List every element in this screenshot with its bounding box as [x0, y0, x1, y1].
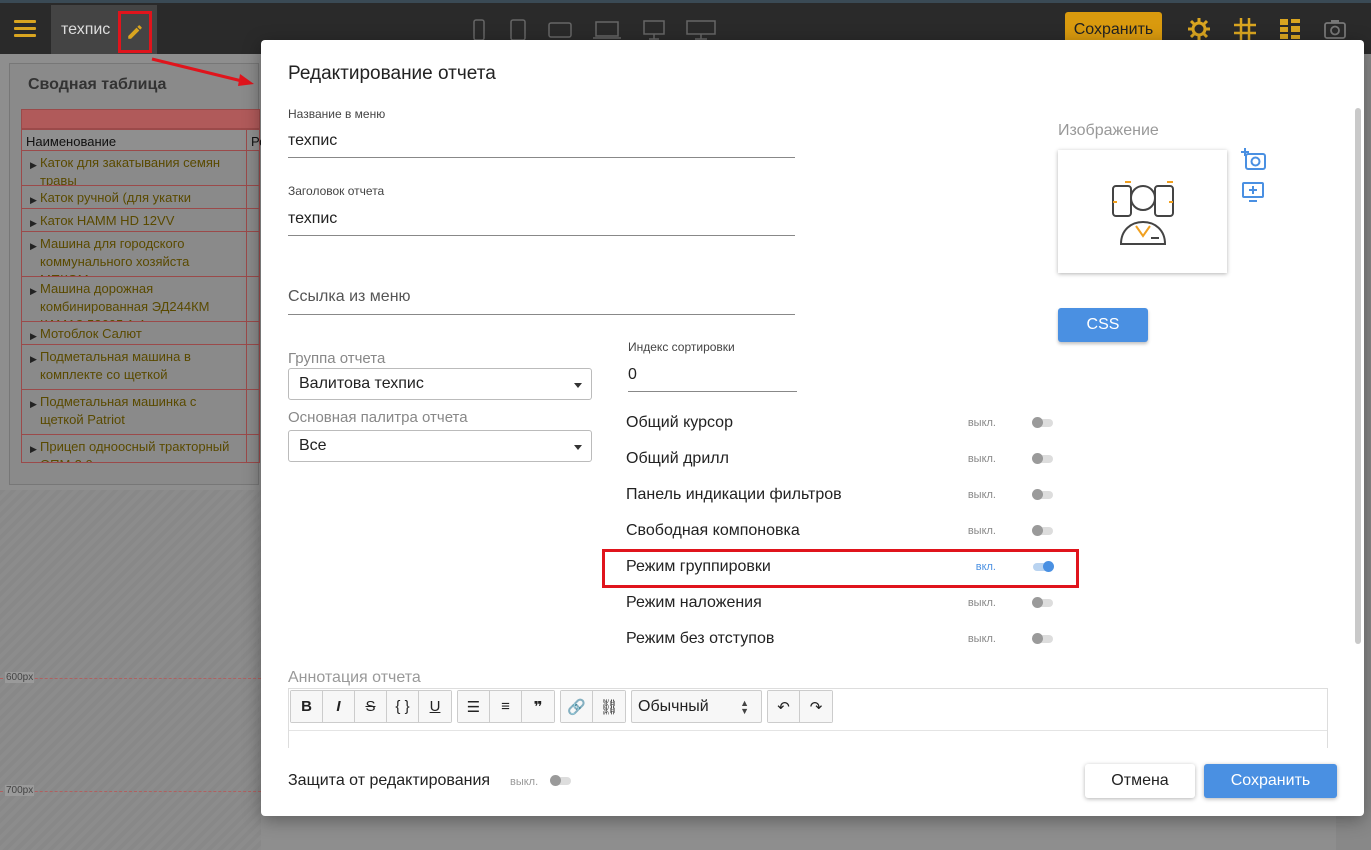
top-tools: [1187, 17, 1347, 41]
expand-icon[interactable]: ▶: [30, 191, 37, 208]
bullet-list-icon[interactable]: ☰: [458, 691, 490, 722]
cancel-button[interactable]: Отмена: [1085, 764, 1195, 798]
table-row[interactable]: ▶ Каток для закатывания семян травы: [21, 151, 260, 186]
menu-icon[interactable]: [14, 20, 36, 38]
table-row[interactable]: ▶Прицеп одноосный тракторный ОПМ-2.0: [21, 435, 260, 463]
table-row[interactable]: ▶ Мотоблок Салют: [21, 322, 260, 345]
wide-monitor-icon[interactable]: [686, 19, 716, 41]
add-screen-icon[interactable]: [1241, 181, 1265, 203]
edit-report-pencil-icon[interactable]: [118, 11, 152, 53]
annotation-arrow: [151, 57, 254, 86]
bold-icon[interactable]: B: [291, 691, 323, 722]
edit-protection-switch[interactable]: [550, 775, 571, 786]
dropdown-caret-icon: [574, 383, 582, 388]
toggle-no-padding-mode[interactable]: Режим без отступов выкл.: [626, 627, 1053, 651]
report-image-preview[interactable]: [1058, 150, 1227, 273]
pivot-table: Наименование Ре ▶ Каток для закатывания с…: [21, 109, 266, 463]
card-title: Сводная таблица: [28, 76, 167, 93]
grid-icon[interactable]: [1233, 17, 1257, 41]
toggle-filter-panel[interactable]: Панель индикации фильтров выкл.: [626, 483, 1053, 507]
table-row[interactable]: ▶ Подметальная машина в комплекте со щетк…: [21, 345, 260, 390]
table-row[interactable]: ▶ Каток HAMM HD 12VV: [21, 209, 260, 232]
updown-icon: ▲ ▼: [740, 698, 749, 716]
redo-icon[interactable]: ↷: [800, 691, 832, 722]
switch[interactable]: [1032, 597, 1053, 608]
toggle-overlay-mode[interactable]: Режим наложения выкл.: [626, 591, 1053, 615]
switch[interactable]: [1032, 489, 1053, 500]
numbered-list-icon[interactable]: ≡: [490, 691, 522, 722]
annotation-editor[interactable]: B I S { } U ☰ ≡ ❞ 🔗 ⛓ Обычный ▲ ▼ ↶ ↷: [288, 688, 1328, 748]
report-header-label: Заголовок отчета: [288, 184, 385, 198]
table-row[interactable]: ▶ Машина дорожная комбинированная ЭД244КМ…: [21, 277, 260, 322]
save-button[interactable]: Сохранить: [1204, 764, 1337, 798]
expand-icon[interactable]: ▶: [30, 350, 37, 368]
strikethrough-icon[interactable]: S: [355, 691, 387, 722]
unlink-icon[interactable]: ⛓: [593, 691, 625, 722]
pivot-table-card: Сводная таблица Наименование Ре ▶ Каток д…: [9, 63, 266, 485]
underline-icon[interactable]: U: [419, 691, 451, 722]
toggle-free-layout[interactable]: Свободная компоновка выкл.: [626, 519, 1053, 543]
dropdown-caret-icon: [574, 445, 582, 450]
table-row[interactable]: ▶ Подметальная машинка с щеткой Patriot: [21, 390, 260, 435]
link-icon[interactable]: 🔗: [561, 691, 593, 722]
switch[interactable]: [1032, 453, 1053, 464]
dialog-title: Редактирование отчета: [288, 63, 496, 84]
expand-icon[interactable]: ▶: [30, 282, 37, 300]
report-header-field[interactable]: техпис: [288, 210, 795, 236]
report-group-label: Группа отчета: [288, 350, 386, 367]
expand-icon[interactable]: ▶: [30, 395, 37, 413]
expand-icon[interactable]: ▶: [30, 327, 37, 344]
phone-icon[interactable]: [470, 19, 488, 41]
sort-index-field[interactable]: 0: [628, 366, 797, 392]
code-icon[interactable]: { }: [387, 691, 419, 722]
text-format-select[interactable]: Обычный ▲ ▼: [631, 690, 762, 723]
scrollbar[interactable]: [1355, 108, 1361, 644]
menu-name-label: Название в меню: [288, 107, 386, 121]
tablet-landscape-icon[interactable]: [548, 19, 572, 41]
laptop-icon[interactable]: [592, 19, 622, 41]
device-preview-switcher: [470, 19, 716, 41]
tablet-portrait-icon[interactable]: [508, 19, 528, 41]
edit-protection-state: выкл.: [510, 776, 539, 788]
menu-link-field[interactable]: Ссылка из меню: [288, 288, 795, 315]
expand-icon[interactable]: ▶: [30, 214, 37, 231]
user-presentation-icon: [1111, 180, 1174, 245]
image-label: Изображение: [1058, 122, 1159, 139]
edit-report-dialog: Редактирование отчета Название в меню те…: [261, 40, 1364, 816]
camera-icon[interactable]: [1323, 17, 1347, 41]
ruler-mark: 600px: [5, 672, 35, 683]
toggle-shared-cursor[interactable]: Общий курсор выкл.: [626, 411, 1053, 435]
report-group-select[interactable]: Валитова техпис: [288, 368, 592, 400]
edit-protection-label: Защита от редактирования: [288, 772, 491, 789]
expand-icon[interactable]: ▶: [30, 440, 37, 458]
annotation-label: Аннотация отчета: [288, 669, 421, 686]
layout-icon[interactable]: [1279, 17, 1301, 41]
table-row[interactable]: ▶ Машина для городского коммунального хоз…: [21, 232, 260, 277]
toggle-shared-drill[interactable]: Общий дрилл выкл.: [626, 447, 1053, 471]
gear-icon[interactable]: [1187, 17, 1211, 41]
table-row[interactable]: ▶ Каток ручной (для укатки: [21, 186, 260, 209]
table-header: Наименование Ре: [21, 129, 266, 151]
canvas-hatch: [0, 490, 261, 850]
expand-icon[interactable]: ▶: [30, 237, 37, 255]
menu-name-field[interactable]: техпис: [288, 132, 795, 158]
editor-toolbar: B I S { } U ☰ ≡ ❞ 🔗 ⛓ Обычный ▲ ▼ ↶ ↷: [290, 690, 833, 723]
palette-select[interactable]: Все: [288, 430, 592, 462]
expand-icon[interactable]: ▶: [30, 156, 37, 174]
switch[interactable]: [1032, 525, 1053, 536]
desktop-icon[interactable]: [642, 19, 666, 41]
sort-index-label: Индекс сортировки: [628, 340, 735, 354]
undo-icon[interactable]: ↶: [768, 691, 800, 722]
switch[interactable]: [1032, 417, 1053, 428]
add-image-icon[interactable]: [1241, 147, 1267, 171]
quote-icon[interactable]: ❞: [522, 691, 554, 722]
italic-icon[interactable]: I: [323, 691, 355, 722]
palette-label: Основная палитра отчета: [288, 409, 468, 426]
highlight-frame: [602, 549, 1079, 588]
css-button[interactable]: CSS: [1058, 308, 1148, 342]
ruler-mark: 700px: [5, 785, 35, 796]
switch[interactable]: [1032, 633, 1053, 644]
